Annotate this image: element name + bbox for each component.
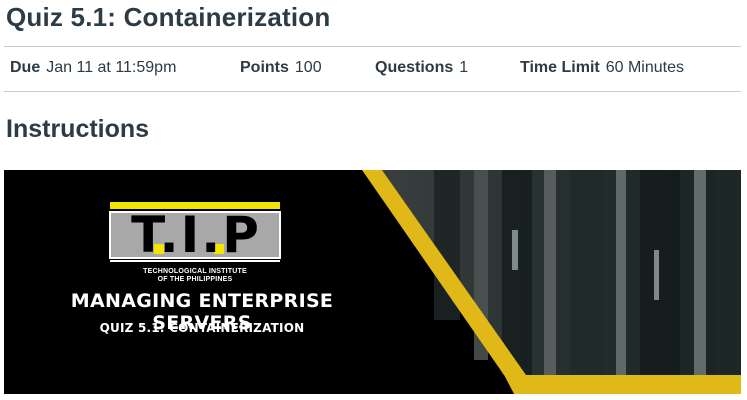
instructions-heading: Instructions [6,115,150,143]
logo-letters: T.I.P [131,206,261,264]
banner-quiz-subtitle: QUIZ 5.1: CONTAINERIZATION [99,321,305,335]
points-label: Points [240,59,289,76]
logo-caption-line1: TECHNOLOGICAL INSTITUTE [143,268,247,275]
accent-band [504,375,741,394]
time-limit-label: Time Limit [520,59,600,76]
questions-label: Questions [375,59,454,76]
questions-value: 1 [459,59,469,76]
questions: Questions 1 [375,59,468,77]
points-value: 100 [294,59,322,76]
due-date: Due Jan 11 at 11:59pm [10,59,176,77]
due-label: Due [10,59,41,76]
time-limit-value: 60 Minutes [605,59,684,76]
due-value: Jan 11 at 11:59pm [46,59,177,76]
quiz-banner-image: T.I.P TECHNOLOGICAL INSTITUTE OF THE PHI… [4,170,741,394]
time-limit: Time Limit 60 Minutes [520,59,684,77]
logo-caption-line2: OF THE PHILIPPINES [157,276,233,283]
logo-caption: TECHNOLOGICAL INSTITUTE OF THE PHILIPPIN… [110,268,280,284]
points: Points 100 [240,59,322,77]
quiz-title: Quiz 5.1: Containerization [6,2,331,32]
quiz-meta-bar: Due Jan 11 at 11:59pm Points 100 Questions… [4,46,741,92]
